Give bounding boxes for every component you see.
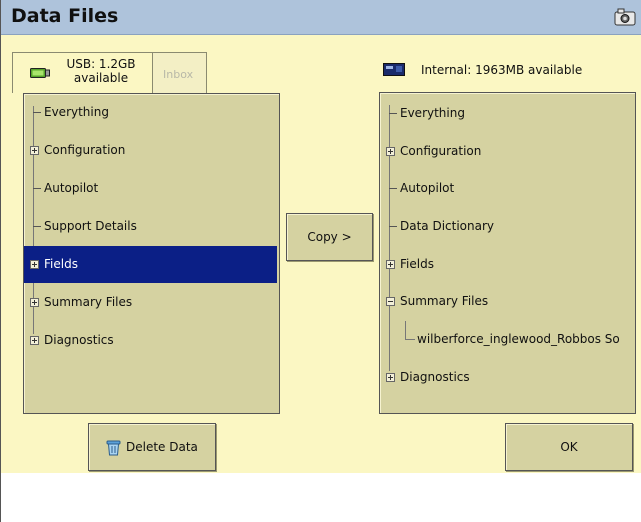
source-item-summary-files[interactable]: Summary Files	[24, 284, 277, 321]
source-item-configuration[interactable]: Configuration	[24, 132, 277, 169]
trash-icon	[106, 440, 121, 456]
tab-inbox[interactable]: Inbox	[152, 52, 207, 93]
source-item-diagnostics[interactable]: Diagnostics	[24, 322, 277, 359]
usb-tab-label: USB: 1.2GB available	[66, 57, 136, 85]
expand-icon[interactable]	[30, 260, 39, 269]
expand-icon[interactable]	[30, 298, 39, 307]
dest-item-everything[interactable]: Everything	[380, 95, 633, 132]
expand-icon[interactable]	[386, 260, 395, 269]
destination-tree[interactable]: Everything Configuration Autopilot Data …	[379, 92, 636, 414]
delete-data-button[interactable]: Delete Data	[88, 423, 216, 471]
expand-icon[interactable]	[30, 336, 39, 345]
source-item-fields[interactable]: Fields	[24, 246, 277, 283]
delete-data-label: Delete Data	[126, 440, 198, 454]
expand-icon[interactable]	[30, 146, 39, 155]
expand-icon[interactable]	[386, 373, 395, 382]
left-border	[0, 34, 1, 522]
dest-item-summary-files[interactable]: Summary Files	[380, 283, 633, 320]
dest-item-fields[interactable]: Fields	[380, 246, 633, 283]
copy-button-label: Copy >	[307, 230, 352, 244]
source-item-support-details[interactable]: Support Details	[24, 208, 277, 245]
window-title: Data Files	[11, 5, 119, 27]
ok-button-label: OK	[560, 440, 578, 454]
source-item-everything[interactable]: Everything	[24, 94, 277, 131]
dest-item-configuration[interactable]: Configuration	[380, 133, 633, 170]
collapse-icon[interactable]	[386, 297, 395, 306]
expand-icon[interactable]	[386, 147, 395, 156]
camera-icon[interactable]	[614, 8, 636, 26]
title-bar: Data Files	[1, 0, 641, 35]
data-files-window: Data Files USB: 1.2GB available Inbox Ev…	[0, 0, 641, 473]
dest-item-summary-file[interactable]: wilberforce_inglewood_Robbos So	[380, 321, 633, 358]
dest-item-diagnostics[interactable]: Diagnostics	[380, 359, 633, 396]
copy-button[interactable]: Copy >	[286, 213, 373, 261]
inbox-tab-label: Inbox	[163, 68, 194, 81]
internal-storage-icon	[383, 63, 405, 76]
source-tree[interactable]: Everything Configuration Autopilot Suppo…	[23, 93, 280, 414]
dest-item-data-dictionary[interactable]: Data Dictionary	[380, 208, 633, 245]
ok-button[interactable]: OK	[505, 423, 633, 471]
internal-storage-label: Internal: 1963MB available	[421, 63, 583, 77]
source-item-autopilot[interactable]: Autopilot	[24, 170, 277, 207]
tab-usb[interactable]: USB: 1.2GB available	[12, 52, 153, 93]
dest-item-autopilot[interactable]: Autopilot	[380, 170, 633, 207]
usb-drive-icon	[30, 68, 50, 78]
